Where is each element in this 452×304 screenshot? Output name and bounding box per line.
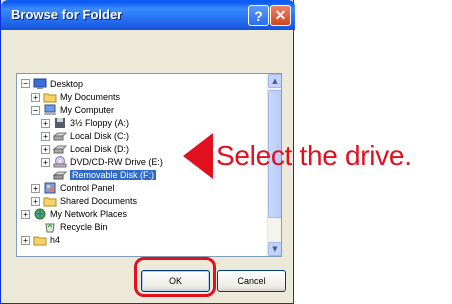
cd-drive-icon [53, 156, 67, 168]
recycle-bin-icon [43, 221, 57, 233]
tree-expander-expand[interactable]: + [31, 93, 40, 102]
tree-item-label: My Network Places [50, 209, 128, 219]
tree-expander-expand[interactable]: + [31, 197, 40, 206]
cancel-button[interactable]: Cancel [217, 270, 286, 292]
tree-item-local-disk-c[interactable]: Local Disk (C:) [52, 129, 130, 143]
help-icon: ? [254, 7, 263, 24]
drive-icon [52, 130, 68, 142]
tree-expander-expand[interactable]: + [41, 145, 50, 154]
help-button[interactable]: ? [248, 5, 269, 26]
tree-item-removable-disk[interactable]: Removable Disk (F:) [52, 168, 157, 182]
tree-item-label: Recycle Bin [60, 222, 108, 232]
tree-item-label: Shared Documents [60, 196, 138, 206]
removable-disk-icon [52, 169, 68, 181]
tree-expander-collapse[interactable]: − [31, 106, 40, 115]
tree-item-h4[interactable]: h4 [33, 233, 60, 247]
tree-item-shared-documents[interactable]: Shared Documents [43, 194, 137, 208]
tree-expander-expand[interactable]: + [21, 210, 30, 219]
close-icon: ✕ [274, 7, 287, 23]
tree-item-desktop[interactable]: Desktop [33, 77, 83, 91]
tree-item-my-computer[interactable]: My Computer [43, 103, 114, 117]
control-panel-icon [43, 182, 57, 194]
tree-expander-expand[interactable]: + [41, 158, 50, 167]
tree-item-dvd-drive[interactable]: DVD/CD-RW Drive (E:) [53, 155, 163, 169]
folder-icon [43, 195, 57, 207]
desktop-icon [33, 78, 47, 90]
network-icon [33, 208, 47, 220]
folder-icon [33, 234, 47, 246]
computer-icon [43, 104, 57, 116]
tree-expander-expand[interactable]: + [41, 119, 50, 128]
tree-item-label: My Computer [60, 105, 115, 115]
chevron-up-icon: ▲ [272, 77, 278, 85]
annotation-text: Select the drive. [216, 140, 412, 171]
tree-item-my-documents[interactable]: My Documents [43, 90, 120, 104]
window-title: Browse for Folder [11, 7, 123, 22]
tree-expander-expand[interactable]: + [21, 236, 30, 245]
close-button[interactable]: ✕ [270, 5, 291, 26]
scroll-down-button[interactable]: ▼ [268, 242, 281, 256]
tree-item-label: My Documents [60, 92, 121, 102]
floppy-icon [53, 117, 67, 129]
tree-item-label: Local Disk (C:) [70, 131, 130, 141]
tree-item-label: h4 [50, 235, 61, 245]
tree-item-my-network-places[interactable]: My Network Places [33, 207, 127, 221]
tree-item-floppy[interactable]: 3½ Floppy (A:) [53, 116, 129, 130]
tree-item-label: DVD/CD-RW Drive (E:) [70, 157, 163, 167]
tree-item-control-panel[interactable]: Control Panel [43, 181, 115, 195]
chevron-down-icon: ▼ [272, 245, 278, 253]
tree-expander-expand[interactable]: + [41, 132, 50, 141]
tree-item-local-disk-d[interactable]: Local Disk (D:) [52, 142, 130, 156]
pointer-arrow-icon [183, 133, 213, 179]
tree-expander-collapse[interactable]: − [21, 79, 30, 88]
folder-icon [43, 91, 57, 103]
tree-item-label: 3½ Floppy (A:) [70, 118, 130, 128]
scroll-up-button[interactable]: ▲ [268, 74, 281, 88]
title-bar[interactable]: Browse for Folder ? ✕ [1, 0, 295, 30]
tree-item-label: Local Disk (D:) [70, 144, 130, 154]
tree-item-label-selected: Removable Disk (F:) [70, 170, 157, 180]
ok-button-highlight [134, 257, 216, 297]
tree-item-label: Desktop [50, 79, 84, 89]
tree-expander-expand[interactable]: + [31, 184, 40, 193]
tree-item-label: Control Panel [60, 183, 115, 193]
tree-item-recycle-bin[interactable]: Recycle Bin [43, 220, 108, 234]
drive-icon [52, 143, 68, 155]
